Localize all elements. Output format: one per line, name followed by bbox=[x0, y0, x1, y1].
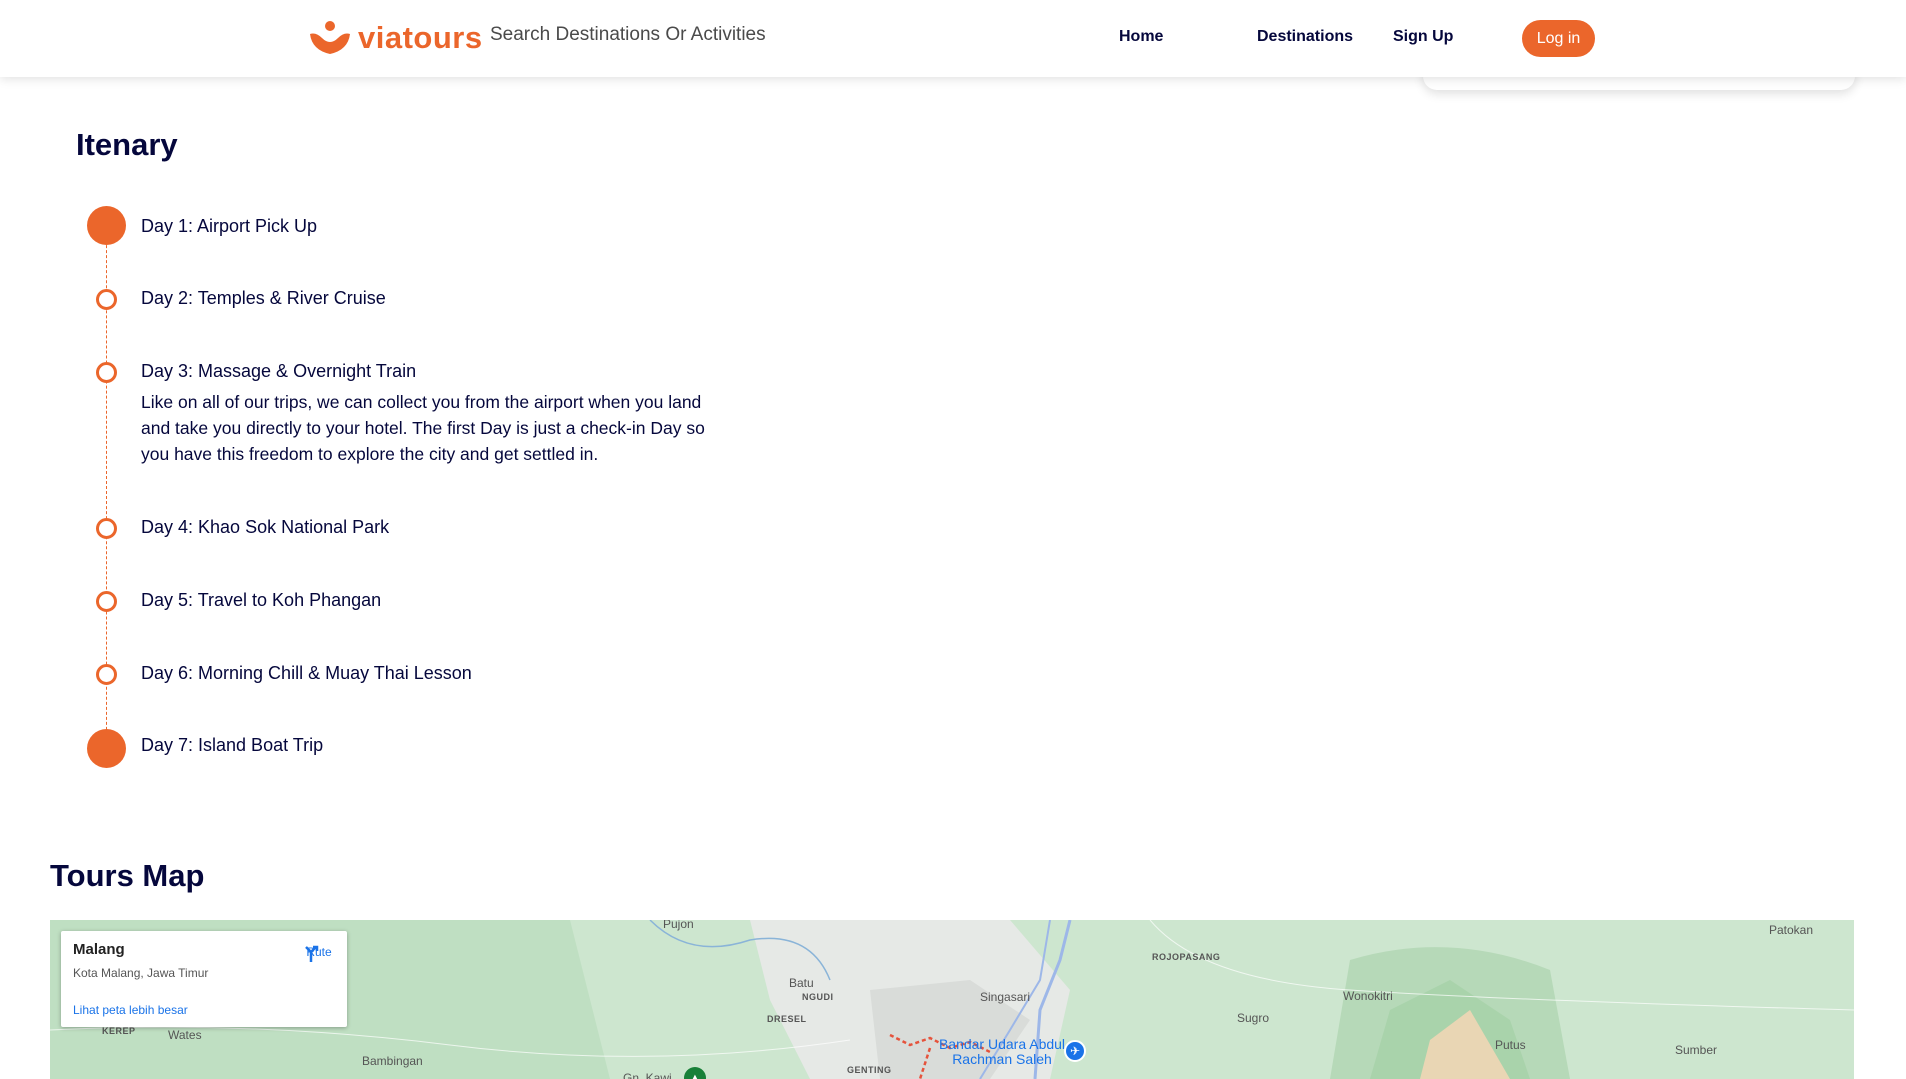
directions-icon bbox=[305, 945, 319, 962]
map-label-airport: Bandar Udara Abdul Rachman Saleh bbox=[938, 1036, 1066, 1067]
map-label-pujon: Pujon bbox=[663, 920, 694, 931]
itinerary-day-3[interactable]: Day 3: Massage & Overnight Train bbox=[141, 361, 416, 382]
route-button[interactable]: Rute bbox=[301, 943, 337, 962]
itinerary-day-4[interactable]: Day 4: Khao Sok National Park bbox=[141, 517, 389, 538]
place-region: Kota Malang, Jawa Timur bbox=[73, 966, 209, 980]
timeline-dot-ring bbox=[96, 289, 117, 310]
tours-map[interactable]: Pujon Batu NGUDI DRESEL Singasari ROJOPA… bbox=[50, 920, 1854, 1079]
map-label-genting: GENTING bbox=[847, 1065, 892, 1075]
brand-logo[interactable]: viatours bbox=[308, 20, 483, 56]
map-label-rojopasang: ROJOPASANG bbox=[1152, 952, 1221, 962]
place-name: Malang bbox=[73, 941, 125, 958]
map-label-putus: Putus bbox=[1495, 1038, 1526, 1052]
timeline-dot-ring bbox=[96, 591, 117, 612]
login-button[interactable]: Log in bbox=[1522, 20, 1595, 57]
map-label-patokan: Patokan bbox=[1769, 923, 1814, 937]
map-label-kerep: KEREP bbox=[102, 1026, 136, 1036]
map-label-singasari: Singasari bbox=[980, 990, 1031, 1004]
itinerary-day-5[interactable]: Day 5: Travel to Koh Phangan bbox=[141, 590, 381, 611]
map-label-bambingan: Bambingan bbox=[362, 1054, 423, 1068]
nav-destinations[interactable]: Destinations bbox=[1257, 28, 1353, 46]
timeline-dot-ring bbox=[96, 518, 117, 539]
map-label-gn-kawi: Gn. Kawi bbox=[623, 1071, 672, 1079]
itinerary-day-1[interactable]: Day 1: Airport Pick Up bbox=[141, 216, 317, 237]
tours-map-title: Tours Map bbox=[50, 858, 205, 893]
map-label-ngudi: NGUDI bbox=[802, 992, 834, 1002]
itinerary-day-6[interactable]: Day 6: Morning Chill & Muay Thai Lesson bbox=[141, 663, 472, 684]
map-label-sumber: Sumber bbox=[1675, 1043, 1718, 1057]
map-label-wates: Wates bbox=[168, 1028, 202, 1042]
itinerary-day-2[interactable]: Day 2: Temples & River Cruise bbox=[141, 288, 386, 309]
logo-icon bbox=[308, 20, 352, 56]
larger-map-link[interactable]: Lihat peta lebih besar bbox=[73, 1003, 188, 1017]
itinerary-day-7[interactable]: Day 7: Island Boat Trip bbox=[141, 735, 323, 756]
nav-home[interactable]: Home bbox=[1119, 28, 1163, 46]
timeline-dot-filled bbox=[87, 206, 126, 245]
map-label-sugro: Sugro bbox=[1237, 1011, 1270, 1025]
brand-name: viatours bbox=[358, 20, 483, 55]
map-label-batu: Batu bbox=[789, 976, 814, 990]
timeline-dot-ring bbox=[96, 664, 117, 685]
airport-icon[interactable]: ✈ bbox=[1064, 1040, 1086, 1062]
map-label-wonokitri: Wonokitri bbox=[1343, 989, 1393, 1003]
map-label-dresel: DRESEL bbox=[767, 1014, 807, 1024]
search-input[interactable]: Search Destinations Or Activities bbox=[490, 24, 766, 46]
itinerary-title: Itenary bbox=[76, 127, 178, 162]
timeline-dot-filled bbox=[87, 729, 126, 768]
nav-sign-up[interactable]: Sign Up bbox=[1393, 28, 1453, 46]
site-header: viatours Search Destinations Or Activiti… bbox=[0, 0, 1906, 77]
map-place-card: Malang Kota Malang, Jawa Timur Lihat pet… bbox=[61, 931, 347, 1027]
itinerary-day-3-description: Like on all of our trips, we can collect… bbox=[141, 392, 705, 464]
timeline-dot-ring bbox=[96, 362, 117, 383]
